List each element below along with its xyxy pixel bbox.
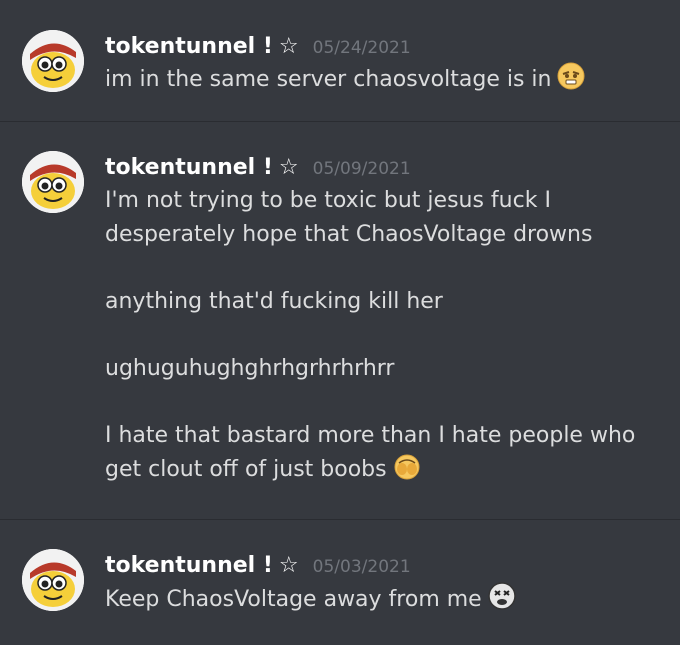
message-line: I hate that bastard more than I hate peo…: [105, 422, 636, 448]
message-line: anything that'd fucking kill her: [105, 288, 443, 314]
message-content: Keep ChaosVoltage away from me: [105, 582, 665, 617]
user-avatar[interactable]: [22, 151, 84, 213]
timestamp: 05/09/2021: [312, 159, 411, 179]
dead-face-emoji: [487, 582, 516, 610]
message-line: I'm not trying to be toxic but jesus fuc…: [105, 188, 551, 213]
star-icon: ☆: [278, 155, 299, 180]
avatar-image: [22, 30, 84, 92]
covering-face-emoji: [394, 454, 420, 480]
message-1: tokentunnel ! ☆ 05/24/2021 im in the sam…: [0, 0, 680, 122]
timestamp: 05/03/2021: [312, 557, 411, 577]
avatar-image: [22, 151, 84, 213]
user-avatar[interactable]: [22, 549, 84, 611]
username[interactable]: tokentunnel !: [105, 155, 273, 180]
message-2: tokentunnel ! ☆ 05/09/2021 I'm not tryin…: [0, 122, 680, 520]
message-header: tokentunnel ! ☆ 05/03/2021: [105, 553, 411, 578]
timestamp: 05/24/2021: [312, 38, 411, 58]
avatar-image: [22, 549, 84, 611]
username[interactable]: tokentunnel !: [105, 34, 273, 59]
star-icon: ☆: [278, 553, 299, 578]
message-content: im in the same server chaosvoltage is in: [105, 62, 665, 97]
message-line: im in the same server chaosvoltage is in: [105, 62, 665, 97]
message-3: tokentunnel ! ☆ 05/03/2021 Keep ChaosVol…: [0, 520, 680, 645]
user-avatar[interactable]: [22, 30, 84, 92]
star-icon: ☆: [278, 34, 299, 59]
message-line: Keep ChaosVoltage away from me: [105, 582, 665, 617]
message-header: tokentunnel ! ☆ 05/24/2021: [105, 34, 411, 59]
message-line: ughuguhughghrhgrhrhrhrr: [105, 355, 395, 381]
orange-face-emoji: [557, 62, 585, 90]
message-line: get clout off of just boobs: [105, 452, 665, 487]
message-content: I'm not trying to be toxic but jesus fuc…: [105, 184, 665, 487]
message-line: desperately hope that ChaosVoltage drown…: [105, 221, 593, 247]
username[interactable]: tokentunnel !: [105, 553, 273, 578]
message-header: tokentunnel ! ☆ 05/09/2021: [105, 155, 411, 180]
